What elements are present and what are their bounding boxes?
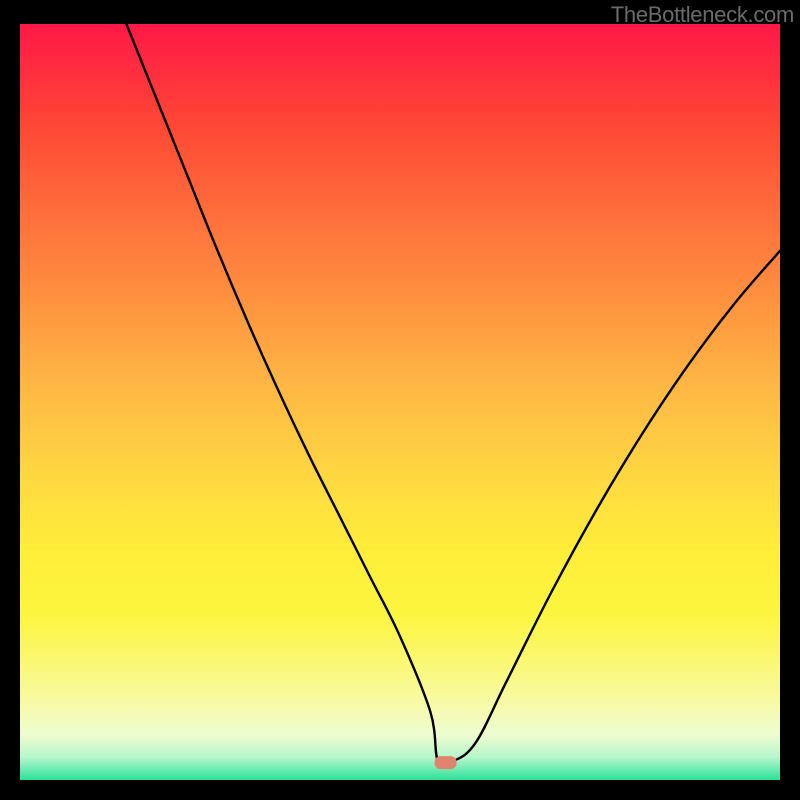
bottleneck-chart	[20, 24, 780, 780]
optimal-marker	[435, 756, 457, 769]
bottleneck-curve	[126, 24, 780, 766]
chart-plot-area	[20, 24, 780, 780]
watermark-text: TheBottleneck.com	[611, 2, 794, 28]
